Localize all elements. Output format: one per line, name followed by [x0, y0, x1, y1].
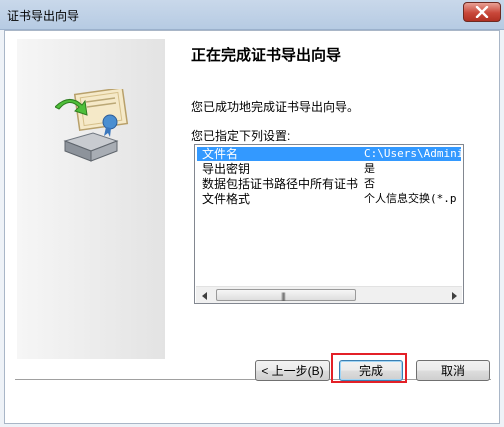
setting-key: 导出密钥 [202, 162, 251, 176]
setting-value: 是 [364, 162, 375, 175]
setting-key: 数据包括证书路径中所有证书 [202, 177, 359, 191]
list-item-include-path[interactable]: 数据包括证书路径中所有证书 否 [197, 177, 461, 191]
close-button[interactable] [463, 2, 501, 22]
completion-message: 您已成功地完成证书导出向导。 [191, 100, 360, 114]
finish-highlight-box [331, 353, 407, 383]
certificate-export-icon [55, 89, 129, 162]
list-item-file-format[interactable]: 文件格式 个人信息交换(*.p [197, 192, 461, 206]
setting-value: C:\Users\Adminis [364, 147, 461, 160]
scroll-left-button[interactable] [196, 287, 213, 303]
window-title: 证书导出向导 [7, 9, 80, 23]
wizard-side-pane [17, 39, 165, 359]
setting-key: 文件名 [202, 147, 239, 161]
list-item-export-key[interactable]: 导出密钥 是 [197, 162, 461, 176]
back-button[interactable]: < 上一步(B) [255, 360, 330, 381]
list-item-filename[interactable]: 文件名 C:\Users\Adminis [197, 147, 461, 161]
title-bar: 证书导出向导 [0, 0, 504, 30]
setting-value: 个人信息交换(*.p [364, 192, 457, 205]
scroll-right-button[interactable] [445, 287, 462, 303]
settings-list[interactable]: 文件名 C:\Users\Adminis 导出密钥 是 数据包括证书路径中所有证… [194, 144, 464, 304]
scroll-thumb[interactable]: ||| [216, 289, 356, 301]
arrow-right-icon [451, 291, 457, 300]
setting-key: 文件格式 [202, 192, 251, 206]
arrow-left-icon [201, 291, 207, 300]
page-title: 正在完成证书导出向导 [191, 47, 342, 64]
settings-label: 您已指定下列设置: [191, 129, 291, 143]
setting-value: 否 [364, 177, 375, 190]
grip-icon: ||| [281, 291, 286, 301]
horizontal-scrollbar[interactable]: ||| [196, 286, 462, 303]
cancel-button[interactable]: 取消 [416, 360, 490, 381]
close-icon [475, 6, 489, 18]
